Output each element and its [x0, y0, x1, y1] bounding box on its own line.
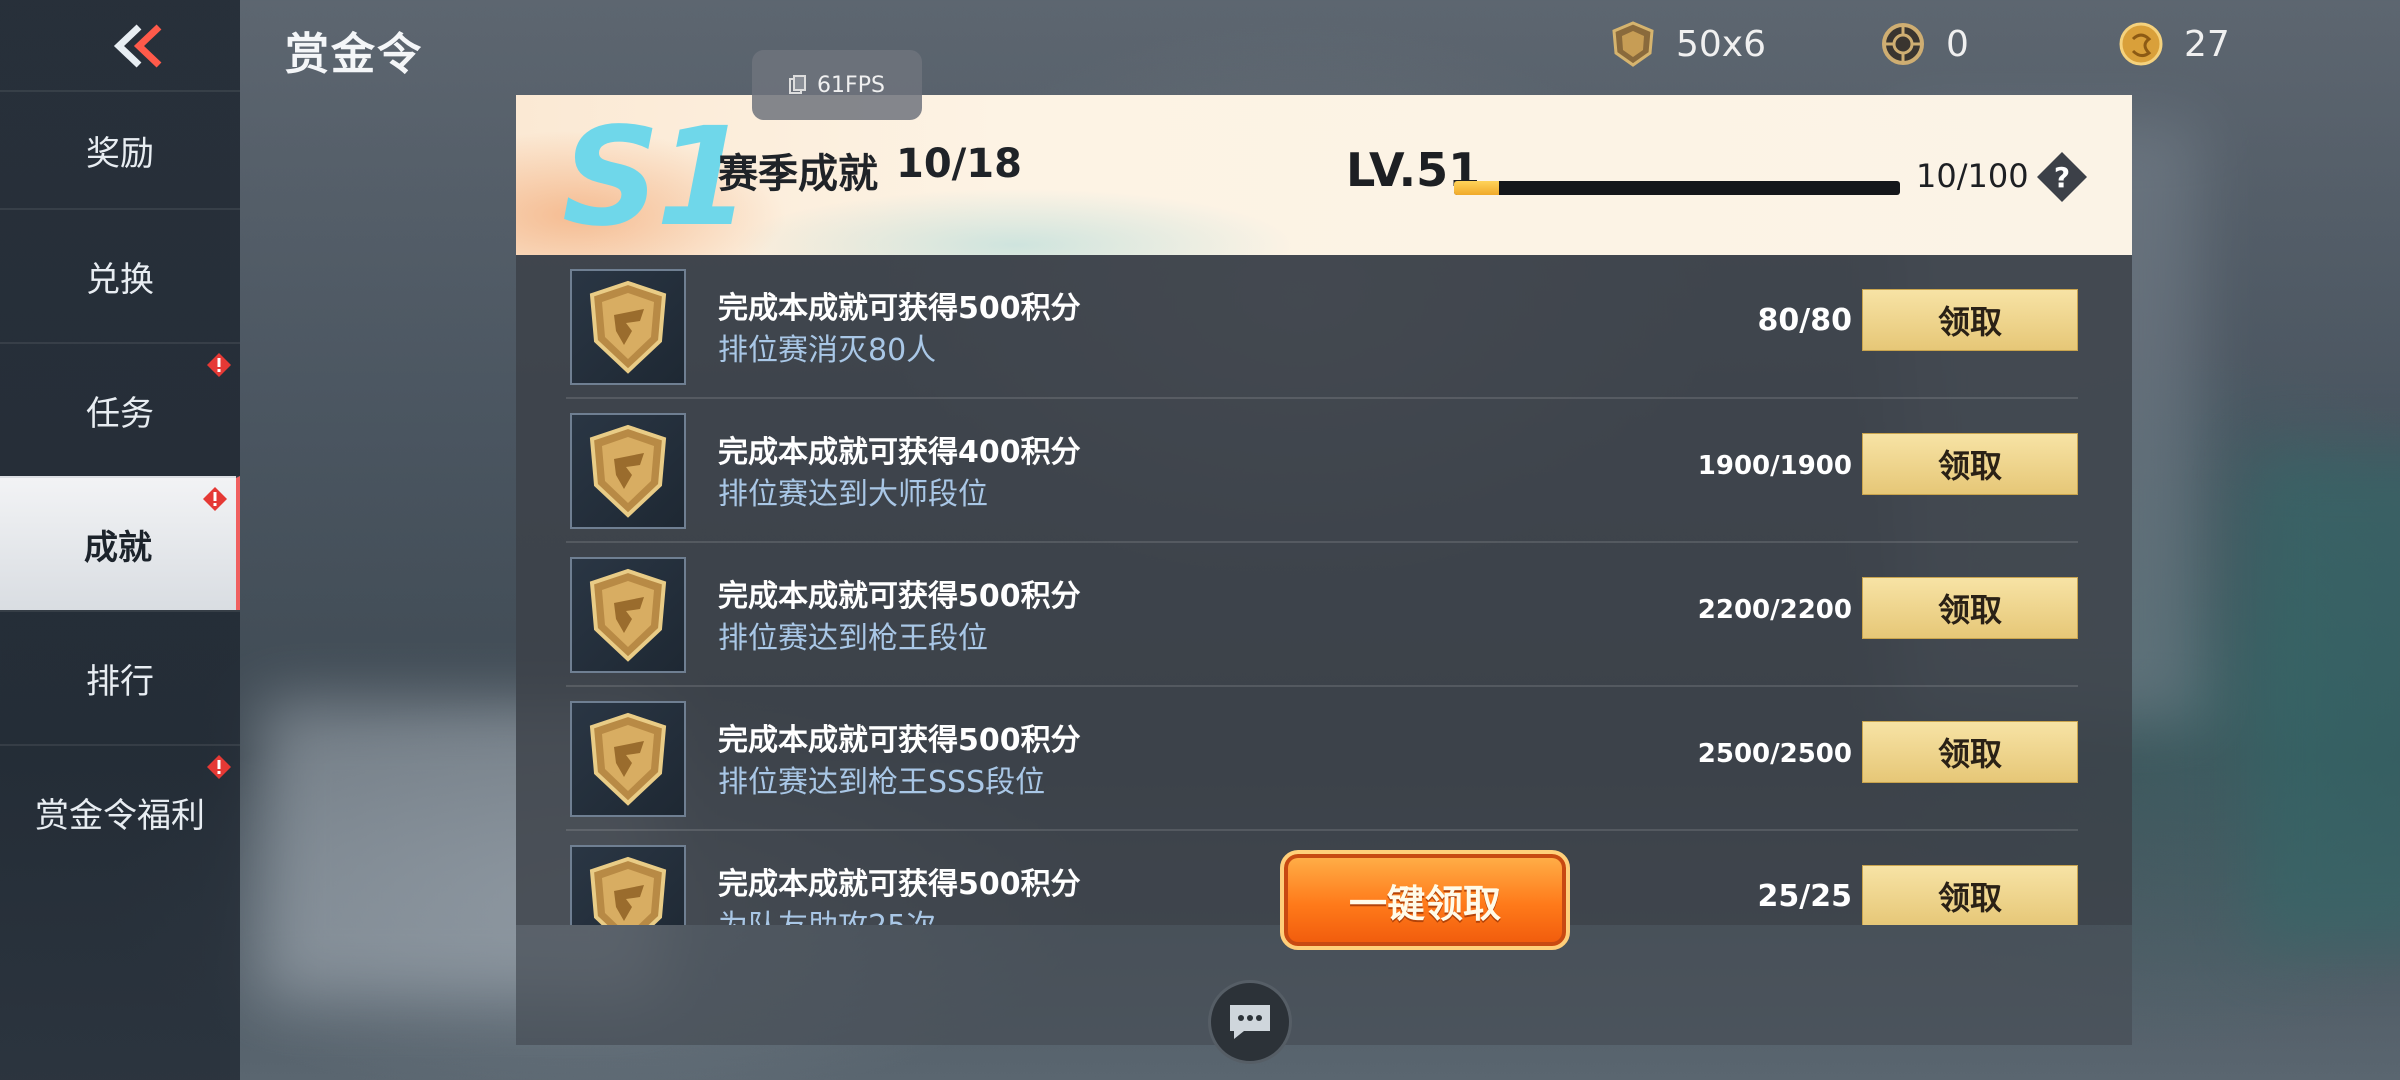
claim-button[interactable]: 领取	[1862, 721, 2078, 783]
page-title: 赏金令	[285, 29, 423, 80]
achievement-progress: 2200/2200	[1697, 595, 1852, 625]
achievement-icon-frame	[570, 557, 686, 673]
shield-emblem-icon	[586, 711, 670, 807]
sidebar-item-label: 兑换	[86, 259, 154, 300]
achievement-description: 排位赛达到枪王段位	[718, 621, 988, 656]
sidebar-item-label: 赏金令福利	[35, 795, 205, 836]
gold-coin-icon	[2119, 22, 2163, 66]
question-icon: ?	[2037, 152, 2087, 202]
achievement-row: 完成本成就可获得500积分 排位赛达到枪王SSS段位 2500/2500 领取	[566, 687, 2078, 831]
alert-badge-icon	[207, 755, 231, 779]
help-button[interactable]: ?	[2034, 149, 2090, 205]
medal-coin-icon	[1882, 23, 1924, 65]
badge-coin-icon	[1612, 21, 1654, 67]
level-progress-fill	[1454, 181, 1499, 195]
alert-badge-icon	[203, 487, 227, 511]
achievement-title: 完成本成就可获得500积分	[718, 867, 1081, 902]
achievement-list[interactable]: 完成本成就可获得500积分 排位赛消灭80人 80/80 领取 完成本成就可获得400积…	[516, 255, 2132, 925]
claim-button[interactable]: 领取	[1862, 289, 2078, 351]
fps-counter: 61FPS	[752, 50, 922, 120]
sidebar-nav: 奖励兑换任务成就排行赏金令福利	[0, 90, 240, 878]
achievement-icon-frame	[570, 701, 686, 817]
achievement-description: 为队友助攻25次	[718, 901, 936, 925]
achievement-icon-frame	[570, 269, 686, 385]
sidebar: 奖励兑换任务成就排行赏金令福利	[0, 0, 240, 1080]
back-arrow-icon	[113, 24, 162, 68]
sidebar-item[interactable]: 奖励	[0, 90, 240, 208]
achievement-title: 完成本成就可获得500积分	[718, 579, 1081, 614]
achievement-row: 完成本成就可获得500积分 排位赛消灭80人 80/80 领取	[566, 255, 2078, 399]
currency-medal-coins[interactable]: 0	[1880, 18, 1969, 70]
achievement-icon-frame	[570, 413, 686, 529]
shield-emblem-icon	[586, 855, 670, 925]
sidebar-item[interactable]: 赏金令福利	[0, 744, 240, 878]
claim-button[interactable]: 领取	[1862, 433, 2078, 495]
sidebar-item-label: 排行	[86, 661, 154, 702]
level-progress-bar	[1454, 181, 1900, 195]
achievement-progress: 25/25	[1757, 879, 1852, 914]
sidebar-item-label: 成就	[84, 527, 152, 568]
achievement-row: 完成本成就可获得400积分 排位赛达到大师段位 1900/1900 领取	[566, 399, 2078, 543]
fps-value: 61FPS	[817, 72, 885, 98]
season-count: 10/18	[896, 141, 1022, 187]
sidebar-item[interactable]: 成就	[0, 476, 240, 610]
achievement-description: 排位赛达到枪王SSS段位	[718, 765, 1046, 800]
copy-icon	[789, 75, 807, 94]
chat-button[interactable]	[1208, 980, 1292, 1064]
currency-value: 27	[2184, 23, 2230, 65]
achievement-progress: 80/80	[1757, 303, 1852, 338]
achievement-description: 排位赛消灭80人	[718, 333, 937, 368]
shield-emblem-icon	[586, 279, 670, 375]
claim-button[interactable]: 领取	[1862, 577, 2078, 639]
sidebar-item[interactable]: 排行	[0, 610, 240, 744]
back-button[interactable]	[108, 20, 168, 72]
achievement-icon-frame	[570, 845, 686, 925]
currency-badge-coins[interactable]: 50x6	[1610, 18, 1766, 70]
shield-emblem-icon	[586, 567, 670, 663]
achievement-progress: 1900/1900	[1697, 451, 1852, 481]
claim-button[interactable]: 领取	[1862, 865, 2078, 925]
achievement-description: 排位赛达到大师段位	[718, 477, 988, 512]
sidebar-item[interactable]: 兑换	[0, 208, 240, 342]
sidebar-item-label: 奖励	[86, 133, 154, 174]
level-progress-text: 10/100	[1916, 157, 2029, 195]
currency-value: 0	[1946, 23, 1969, 65]
currency-value: 50x6	[1676, 23, 1767, 65]
achievement-progress: 2500/2500	[1697, 739, 1852, 769]
currency-gold-coins[interactable]: 27	[2118, 18, 2230, 70]
achievement-title: 完成本成就可获得400积分	[718, 435, 1081, 470]
shield-emblem-icon	[586, 423, 670, 519]
achievement-title: 完成本成就可获得500积分	[718, 291, 1081, 326]
alert-badge-icon	[207, 353, 231, 377]
achievement-title: 完成本成就可获得500积分	[718, 723, 1081, 758]
season-title: 赛季成就	[718, 151, 878, 197]
achievement-row: 完成本成就可获得500积分 排位赛达到枪王段位 2200/2200 领取	[566, 543, 2078, 687]
chat-bubble-icon	[1230, 1005, 1270, 1039]
sidebar-item-label: 任务	[86, 393, 154, 434]
claim-all-button[interactable]: 一键领取	[1280, 850, 1570, 950]
sidebar-item[interactable]: 任务	[0, 342, 240, 476]
svg-text:?: ?	[2054, 161, 2070, 194]
